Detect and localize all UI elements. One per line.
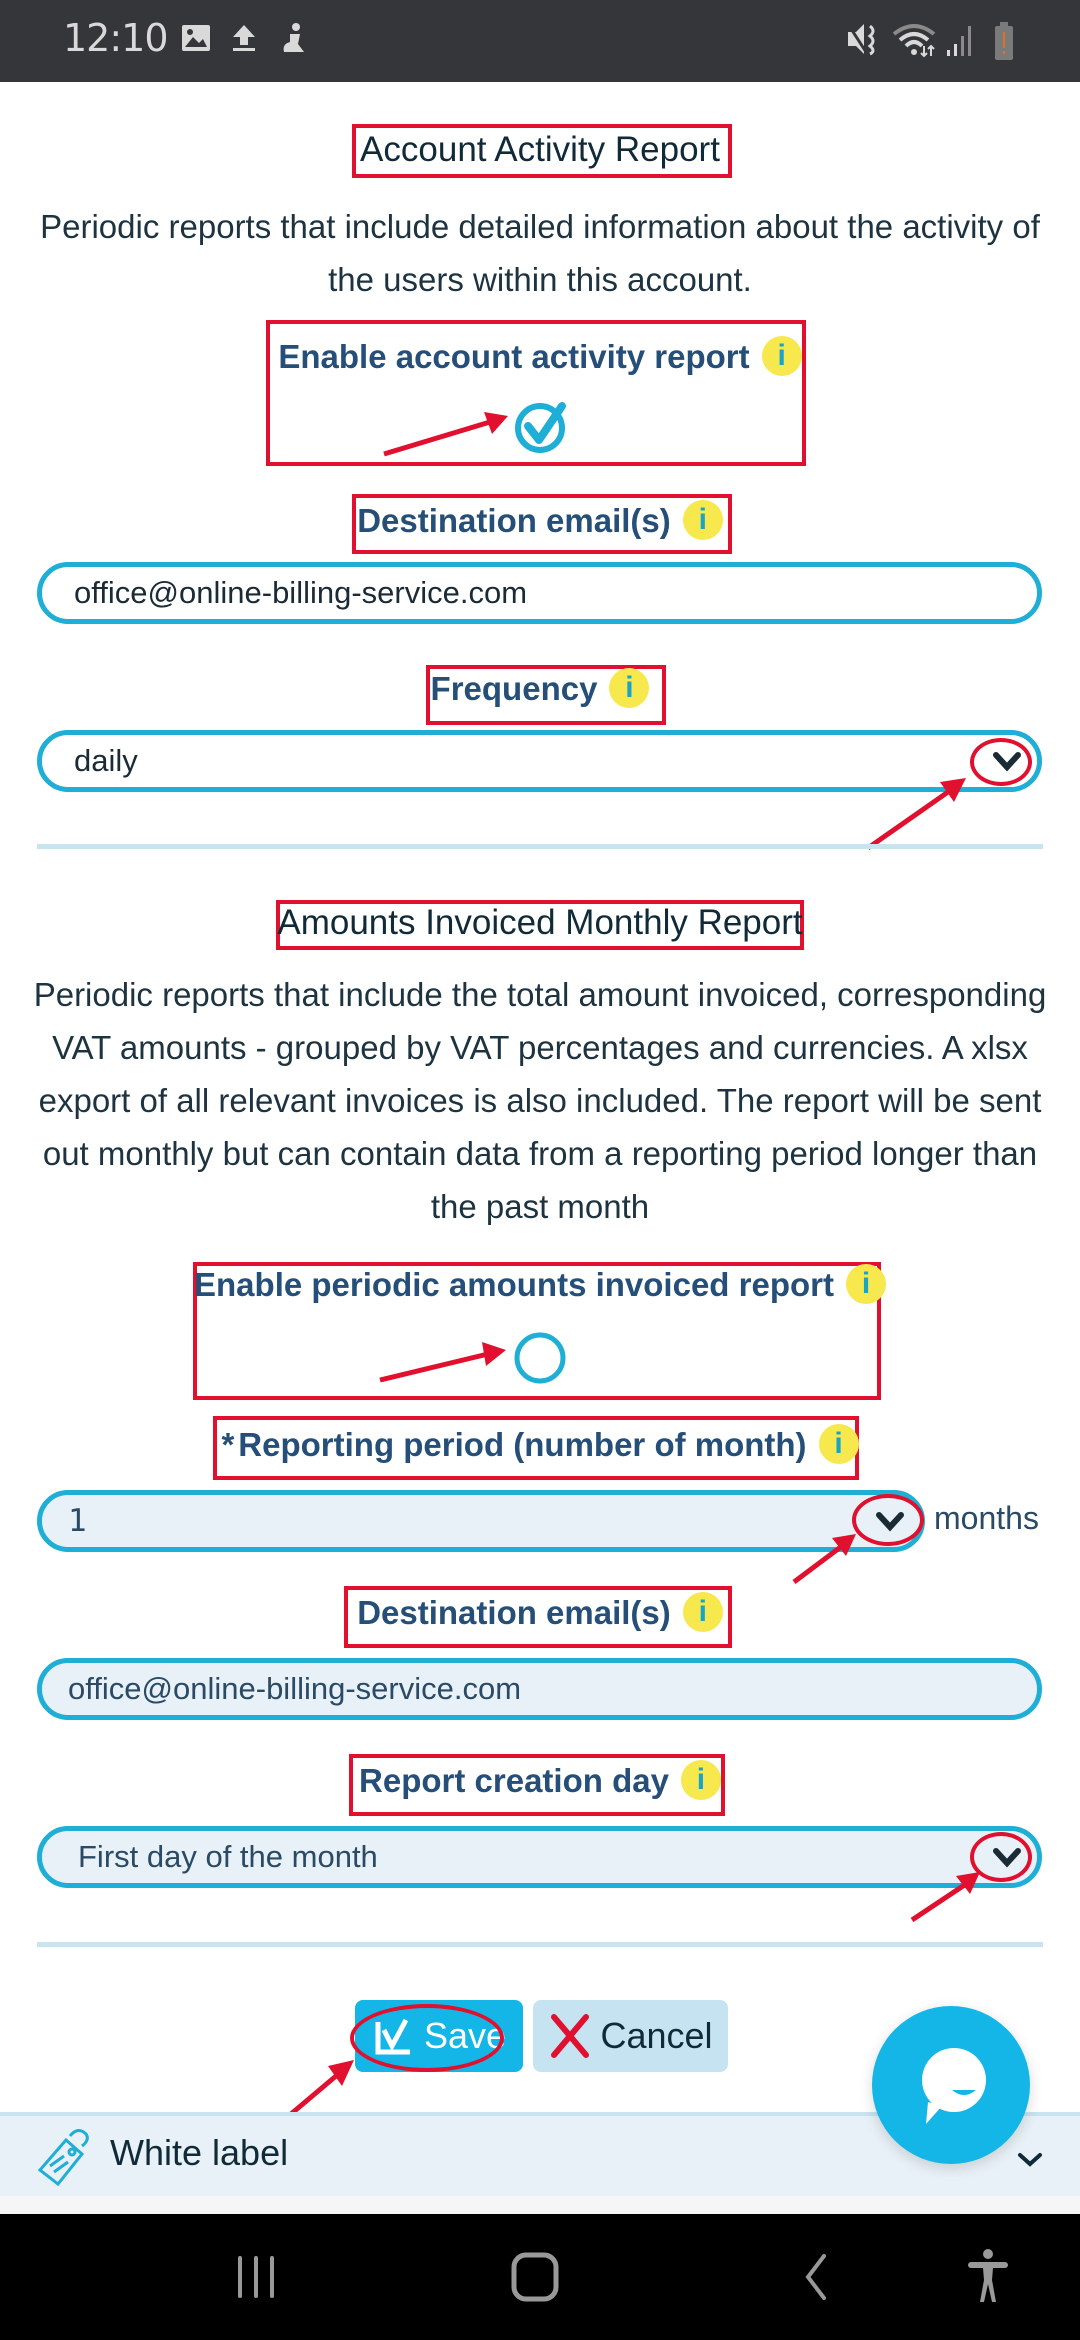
enable-account-activity-label-text: Enable account activity report: [278, 338, 750, 375]
accessibility-icon[interactable]: [964, 2248, 1012, 2304]
info-icon[interactable]: i: [682, 500, 723, 541]
recent-apps-icon[interactable]: [234, 2252, 278, 2302]
close-icon: [551, 2014, 590, 2058]
image-icon: [182, 25, 210, 51]
chat-button[interactable]: [872, 2006, 1030, 2164]
section-divider: [37, 844, 1043, 849]
info-icon[interactable]: i: [680, 1760, 721, 1801]
enable-amounts-invoiced-label-text: Enable periodic amounts invoiced report: [194, 1266, 834, 1303]
frequency-label: Frequency i: [0, 668, 1080, 709]
annotation-arrow: [910, 1872, 980, 1923]
destination-email-2-input[interactable]: office@online-billing-service.com: [37, 1658, 1042, 1720]
enable-amounts-invoiced-label: Enable periodic amounts invoiced report i: [0, 1264, 1080, 1305]
section-title-account-activity: Account Activity Report: [360, 130, 720, 169]
destination-email-input[interactable]: office@online-billing-service.com: [37, 562, 1042, 624]
annotation-circle: [852, 1494, 924, 1546]
annotation-arrow: [379, 1342, 506, 1383]
enable-account-activity-checkbox[interactable]: [512, 398, 572, 454]
status-bar: 12:10: [0, 0, 1080, 82]
destination-email-label: Destination email(s) i: [0, 500, 1080, 541]
home-icon[interactable]: [510, 2252, 560, 2302]
report-creation-day-label-text: Report creation day: [359, 1762, 669, 1799]
page-bottom-area: [0, 2196, 1080, 2214]
signal-icon: [947, 26, 971, 56]
enable-amounts-invoiced-checkbox[interactable]: [512, 1330, 568, 1386]
annotation-circle: [970, 738, 1032, 786]
frequency-select-value: daily: [74, 743, 138, 778]
chat-icon: [922, 2048, 986, 2124]
system-nav-bar: [0, 2214, 1080, 2340]
info-icon[interactable]: i: [682, 1592, 723, 1633]
annotation-arrow: [383, 412, 508, 457]
chevron-down-icon[interactable]: [1016, 2150, 1044, 2170]
frequency-label-text: Frequency: [430, 670, 598, 707]
annotation-arrow: [792, 1534, 856, 1584]
section-title-amounts-invoiced: Amounts Invoiced Monthly Report: [277, 903, 803, 942]
enable-account-activity-label: Enable account activity report i: [0, 336, 1080, 377]
reporting-period-label-text: Reporting period (number of month): [238, 1426, 807, 1463]
upload-icon: [233, 25, 255, 51]
reporting-period-unit: months: [934, 1500, 1039, 1536]
info-icon[interactable]: i: [818, 1424, 859, 1465]
info-icon[interactable]: i: [609, 668, 650, 709]
destination-email-2-label: Destination email(s) i: [0, 1592, 1080, 1633]
info-icon[interactable]: i: [761, 336, 802, 377]
required-marker: *: [221, 1426, 235, 1463]
cancel-button[interactable]: Cancel: [533, 2000, 728, 2072]
annotation-arrow: [866, 778, 966, 851]
reporting-period-value: 1: [68, 1503, 87, 1539]
info-icon[interactable]: i: [845, 1264, 886, 1305]
report-creation-day-value: First day of the month: [78, 1839, 378, 1874]
section-divider: [37, 1942, 1043, 1947]
accessibility-app-icon: [283, 23, 304, 52]
back-icon[interactable]: [800, 2252, 830, 2302]
annotation-ellipse: [350, 2004, 504, 2072]
reporting-period-label: * Reporting period (number of month) i: [0, 1424, 1080, 1465]
status-time: 12:10: [63, 16, 169, 60]
wifi-data-icon: [892, 24, 936, 58]
tag-icon: [37, 2129, 89, 2187]
white-label-title: White label: [110, 2132, 289, 2173]
destination-email-label-text: Destination email(s): [357, 502, 671, 539]
report-creation-day-select[interactable]: First day of the month: [37, 1826, 1042, 1888]
cancel-button-label: Cancel: [600, 2015, 713, 2056]
battery-low-icon: [995, 22, 1013, 60]
mute-vibrate-icon: [846, 23, 875, 56]
amounts-invoiced-description: Periodic reports that include the total …: [33, 976, 1047, 1225]
destination-email-2-label-text: Destination email(s): [357, 1594, 671, 1631]
account-activity-description: Periodic reports that include detailed i…: [40, 208, 1040, 298]
report-creation-day-label: Report creation day i: [0, 1760, 1080, 1801]
